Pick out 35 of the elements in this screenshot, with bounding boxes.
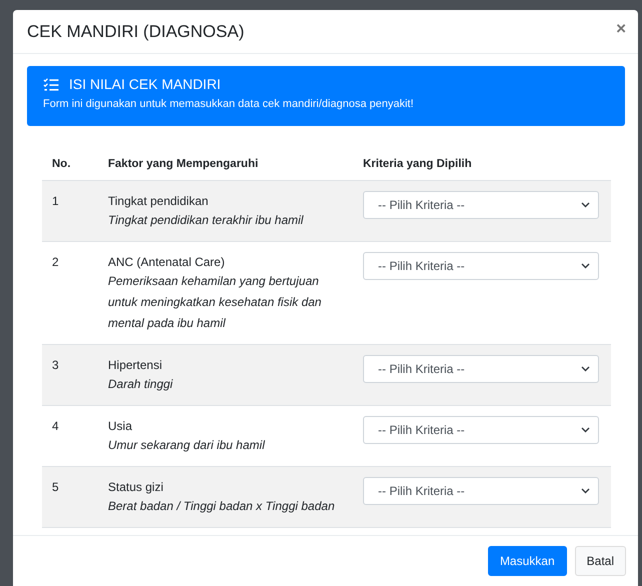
factor-description: Tingkat pendidikan terakhir ibu hamil (108, 212, 304, 229)
column-header: Faktor yang Mempengaruhi (108, 158, 260, 170)
factor-name: Usia (108, 418, 134, 435)
factor-name: ANC (Antenatal Care) (108, 254, 226, 271)
submit-button[interactable]: Masukkan (488, 546, 567, 576)
criteria-select[interactable]: -- Pilih Kriteria -- (363, 252, 599, 280)
criteria-select[interactable]: -- Pilih Kriteria -- (363, 355, 599, 383)
factor-description: Pemeriksaan kehamilan yang bertujuan untuk meningkatkan kesehatan fisik dan mental pada ibu hamil (108, 273, 322, 332)
chevron-down-icon (581, 202, 590, 208)
chevron-down-icon (581, 488, 590, 494)
chevron-down-icon (581, 427, 590, 433)
factor-name: Tingkat pendidikan (108, 193, 210, 210)
chevron-down-icon (581, 366, 590, 372)
chevron-down-icon (581, 263, 590, 269)
factor-name: Hipertensi (108, 357, 164, 374)
cancel-button[interactable]: Batal (574, 546, 626, 576)
factor-description: Berat badan / Tinggi badan x Tinggi badan (108, 498, 336, 515)
column-header: Kriteria yang Dipilih (363, 158, 473, 170)
checklist-icon (43, 78, 59, 90)
alert-heading: ISI NILAI CEK MANDIRI (69, 76, 221, 92)
row-number: 3 (52, 357, 60, 374)
row-number: 4 (52, 418, 60, 435)
criteria-select[interactable]: -- Pilih Kriteria -- (363, 416, 599, 444)
criteria-select[interactable]: -- Pilih Kriteria -- (363, 477, 599, 505)
row-number: 5 (52, 479, 60, 496)
alert-text: Form ini digunakan untuk memasukkan data cek mandiri/diagnosa penyakit! (43, 98, 415, 110)
factor-description: Umur sekarang dari ibu hamil (108, 437, 266, 454)
criteria-select[interactable]: -- Pilih Kriteria -- (363, 191, 599, 219)
row-number: 2 (52, 254, 60, 271)
column-header: No. (52, 158, 72, 170)
factor-name: Status gizi (108, 479, 164, 496)
row-number: 1 (52, 193, 60, 210)
factor-description: Darah tinggi (108, 376, 174, 393)
close-button[interactable]: × (616, 18, 626, 38)
modal-title: CEK MANDIRI (DIAGNOSA) (27, 22, 244, 42)
